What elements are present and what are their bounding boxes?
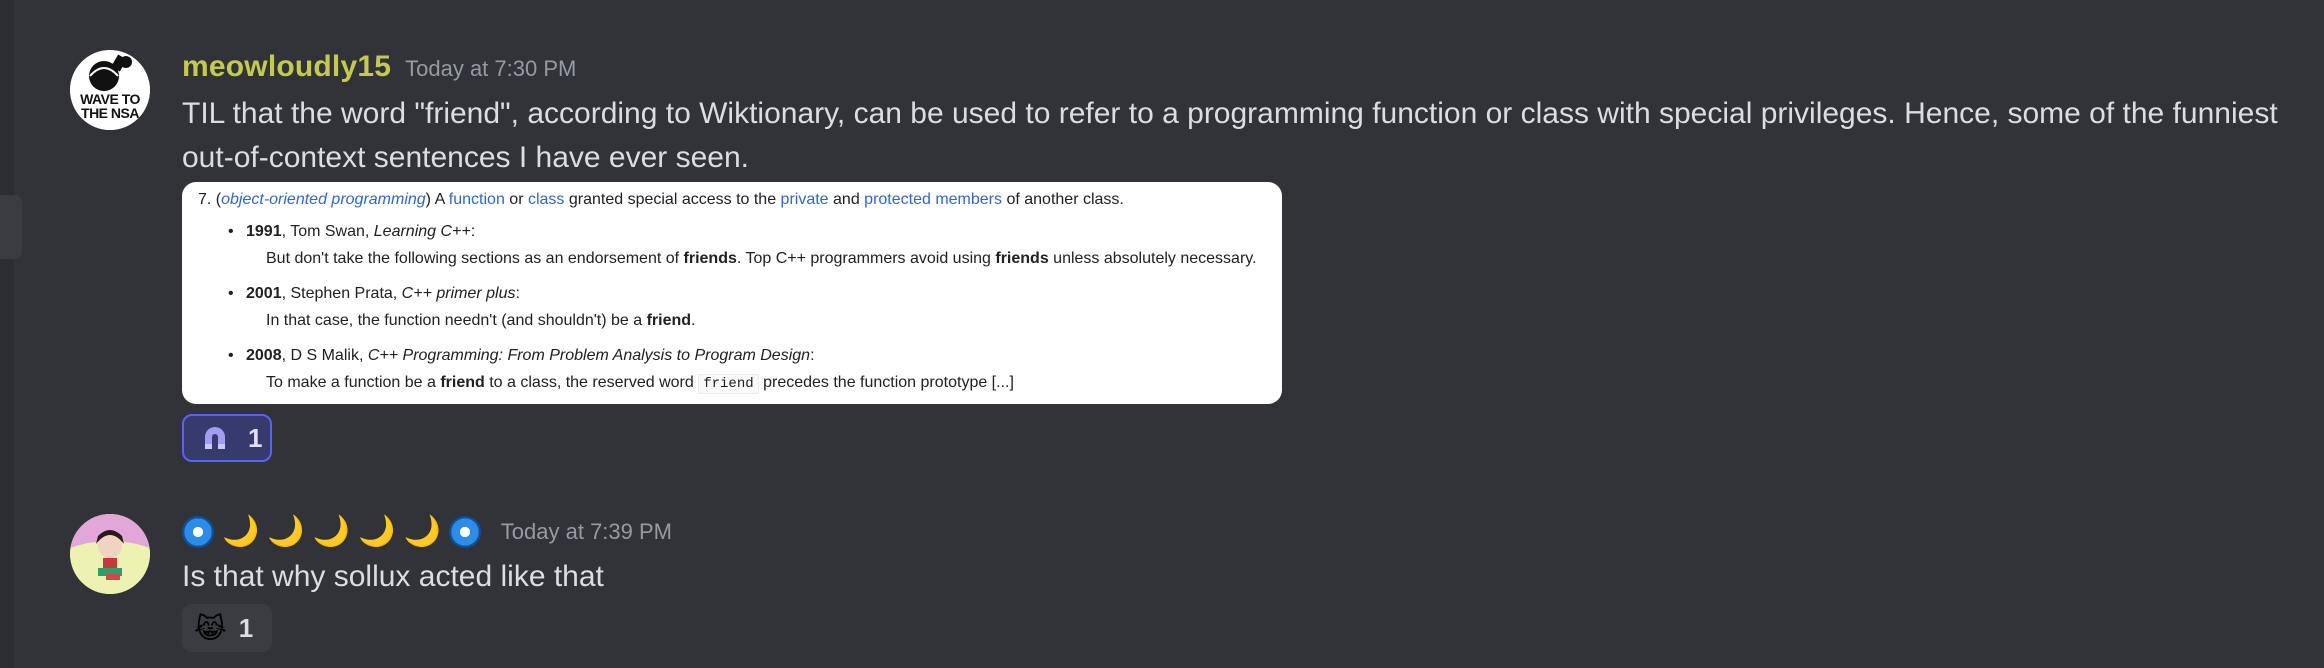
- moon-emoji: 🌙: [358, 515, 396, 548]
- quote-citation: • 1991, Tom Swan, Learning C++:: [228, 223, 476, 240]
- quote-text: But don't take the following sections as…: [266, 250, 1257, 267]
- sidebar-edge: [0, 0, 14, 668]
- magnet-icon: [205, 427, 225, 449]
- sidebar-tab[interactable]: [0, 195, 22, 259]
- moon-emoji: 🌙: [312, 515, 351, 548]
- timestamp[interactable]: Today at 7:30 PM: [405, 56, 576, 81]
- reaction-count: 1: [238, 612, 254, 643]
- username[interactable]: 🌙 🌙 🌙 🌙 🌙 Today at 7:39 PM: [182, 514, 672, 550]
- quote-citation: • 2008, D S Malik, C++ Programming: From …: [228, 347, 815, 364]
- message-text: Is that why sollux acted like that: [182, 560, 604, 593]
- quote-text: In that case, the function needn't (and …: [266, 312, 696, 329]
- message-header: meowloudly15 Today at 7:30 PM: [182, 50, 576, 84]
- reaction-count: 1: [248, 422, 263, 453]
- avatar-text: WAVE TO THE NSA: [80, 91, 140, 121]
- quote-citation: • 2001, Stephen Prata, C++ primer plus:: [228, 285, 520, 302]
- swirl-emoji-icon: [448, 516, 481, 548]
- quote-text: To make a function be a friend to a clas…: [266, 374, 1014, 394]
- definition-line: 7. (object-oriented programming) A funct…: [198, 191, 1124, 208]
- avatar-character-icon: [70, 514, 150, 594]
- swirl-emoji-icon: [182, 516, 214, 548]
- moon-emoji: 🌙: [267, 515, 305, 548]
- reaction-button[interactable]: 1: [182, 414, 272, 462]
- cat-joy-emoji: 😹: [194, 612, 227, 644]
- username[interactable]: meowloudly15: [182, 50, 391, 83]
- timestamp[interactable]: Today at 7:39 PM: [501, 519, 672, 545]
- message-text: TIL that the word "friend", according to…: [182, 97, 2278, 174]
- moon-emoji: 🌙: [222, 515, 260, 548]
- moon-emoji: 🌙: [403, 515, 441, 548]
- embed-image[interactable]: 7. (object-oriented programming) A funct…: [182, 182, 1282, 404]
- avatar[interactable]: WAVE TO THE NSA: [70, 50, 150, 130]
- avatar[interactable]: [70, 514, 150, 594]
- reaction-button[interactable]: 😹 1: [182, 604, 272, 652]
